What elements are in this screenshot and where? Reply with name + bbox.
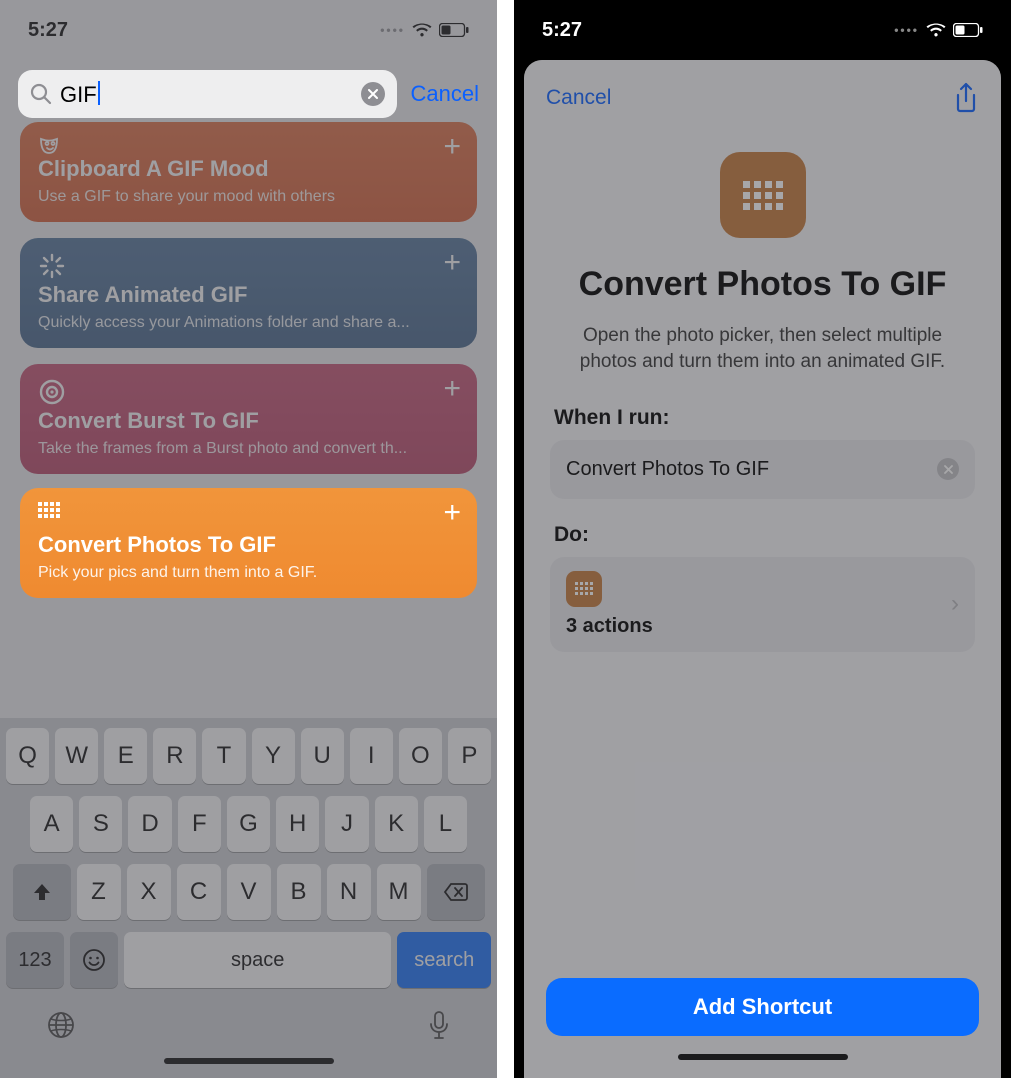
clear-search-button[interactable] <box>361 82 385 106</box>
key-h[interactable]: H <box>276 796 319 852</box>
status-bar: 5:27 •••• <box>514 0 1011 50</box>
wifi-icon <box>411 22 433 38</box>
key-x[interactable]: X <box>127 864 171 920</box>
keyboard-row-2: A S D F G H J K L <box>6 796 491 852</box>
key-j[interactable]: J <box>325 796 368 852</box>
keyboard-row-3: Z X C V B N M <box>6 864 491 920</box>
do-label: Do: <box>554 523 971 547</box>
detail-sheet: Cancel Convert Photos To GIF Open the ph… <box>524 60 1001 1078</box>
target-icon <box>38 378 66 406</box>
add-shortcut-button[interactable]: Add Shortcut <box>546 978 979 1036</box>
key-f[interactable]: F <box>178 796 221 852</box>
battery-icon <box>439 23 469 37</box>
shortcut-detail-screen: 5:27 •••• Cancel <box>514 0 1011 1078</box>
cancel-button[interactable]: Cancel <box>546 86 611 110</box>
chevron-right-icon: › <box>951 590 959 618</box>
space-key[interactable]: space <box>124 932 391 988</box>
clear-phrase-button[interactable] <box>937 458 959 480</box>
key-q[interactable]: Q <box>6 728 49 784</box>
key-u[interactable]: U <box>301 728 344 784</box>
status-time: 5:27 <box>542 19 582 42</box>
globe-icon[interactable] <box>46 1010 76 1042</box>
keyboard[interactable]: Q W E R T Y U I O P A S D F G H J K L Z <box>0 718 497 1078</box>
card-subtitle: Use a GIF to share your mood with others <box>38 188 459 206</box>
shortcut-card-convert-burst-to-gif[interactable]: + Convert Burst To GIF Take the frames f… <box>20 364 477 474</box>
card-subtitle: Quickly access your Animations folder an… <box>38 314 459 332</box>
add-shortcut-icon[interactable]: + <box>443 252 461 274</box>
shortcut-title: Convert Photos To GIF <box>550 264 975 305</box>
search-input[interactable]: GIF <box>18 70 397 118</box>
key-v[interactable]: V <box>227 864 271 920</box>
keyboard-row-1: Q W E R T Y U I O P <box>6 728 491 784</box>
home-indicator[interactable] <box>678 1054 848 1060</box>
key-g[interactable]: G <box>227 796 270 852</box>
actions-count: 3 actions <box>566 615 653 638</box>
grid-icon <box>38 502 60 518</box>
key-p[interactable]: P <box>448 728 491 784</box>
key-b[interactable]: B <box>277 864 321 920</box>
card-subtitle: Pick your pics and turn them into a GIF. <box>38 564 459 582</box>
shortcut-card-convert-photos-to-gif[interactable]: + Convert Photos To GIF Pick your pics a… <box>20 488 477 598</box>
add-shortcut-icon[interactable]: + <box>443 378 461 400</box>
card-subtitle: Take the frames from a Burst photo and c… <box>38 440 459 458</box>
dictation-icon[interactable] <box>427 1010 451 1042</box>
status-right-icons: •••• <box>894 22 983 38</box>
gallery-search-screen: 5:27 •••• GIF Cancel <box>0 0 497 1078</box>
dots-icon: •••• <box>894 23 919 37</box>
when-i-run-label: When I run: <box>554 406 971 430</box>
key-n[interactable]: N <box>327 864 371 920</box>
cancel-search-button[interactable]: Cancel <box>411 81 479 107</box>
card-title: Convert Burst To GIF <box>38 408 459 434</box>
shortcut-app-icon <box>720 152 806 238</box>
key-l[interactable]: L <box>424 796 467 852</box>
dots-icon: •••• <box>380 23 405 37</box>
when-i-run-field[interactable]: Convert Photos To GIF <box>550 440 975 499</box>
shortcut-card-share-animated-gif[interactable]: + Share Animated GIF Quickly access your… <box>20 238 477 348</box>
emoji-key[interactable] <box>70 932 118 988</box>
shortcut-description: Open the photo picker, then select multi… <box>556 323 969 376</box>
status-bar: 5:27 •••• <box>0 0 497 50</box>
status-time: 5:27 <box>28 19 68 42</box>
key-s[interactable]: S <box>79 796 122 852</box>
key-a[interactable]: A <box>30 796 73 852</box>
share-button[interactable] <box>953 82 979 114</box>
card-title: Convert Photos To GIF <box>38 532 459 558</box>
key-i[interactable]: I <box>350 728 393 784</box>
theater-mask-icon <box>38 136 66 162</box>
card-title: Share Animated GIF <box>38 282 459 308</box>
add-shortcut-icon[interactable]: + <box>443 136 461 158</box>
battery-icon <box>953 23 983 37</box>
key-y[interactable]: Y <box>252 728 295 784</box>
keyboard-row-4: 123 space search <box>6 932 491 988</box>
key-k[interactable]: K <box>375 796 418 852</box>
home-indicator[interactable] <box>164 1058 334 1064</box>
status-right-icons: •••• <box>380 22 469 38</box>
search-key[interactable]: search <box>397 932 491 988</box>
grid-icon <box>566 571 602 607</box>
card-title: Clipboard A GIF Mood <box>38 156 459 182</box>
wifi-icon <box>925 22 947 38</box>
search-query-text: GIF <box>60 81 100 108</box>
actions-row[interactable]: 3 actions › <box>550 557 975 652</box>
key-m[interactable]: M <box>377 864 421 920</box>
key-o[interactable]: O <box>399 728 442 784</box>
shortcut-card-clipboard-gif-mood[interactable]: + Clipboard A GIF Mood Use a GIF to shar… <box>20 122 477 222</box>
key-d[interactable]: D <box>128 796 171 852</box>
key-r[interactable]: R <box>153 728 196 784</box>
key-c[interactable]: C <box>177 864 221 920</box>
key-t[interactable]: T <box>202 728 245 784</box>
shift-key[interactable] <box>13 864 71 920</box>
backspace-key[interactable] <box>427 864 485 920</box>
key-e[interactable]: E <box>104 728 147 784</box>
numbers-key[interactable]: 123 <box>6 932 64 988</box>
key-z[interactable]: Z <box>77 864 121 920</box>
when-i-run-value: Convert Photos To GIF <box>566 458 769 481</box>
key-w[interactable]: W <box>55 728 98 784</box>
add-shortcut-icon[interactable]: + <box>443 502 461 524</box>
search-icon <box>30 83 52 105</box>
spinner-icon <box>38 252 66 280</box>
grid-icon <box>743 181 783 210</box>
